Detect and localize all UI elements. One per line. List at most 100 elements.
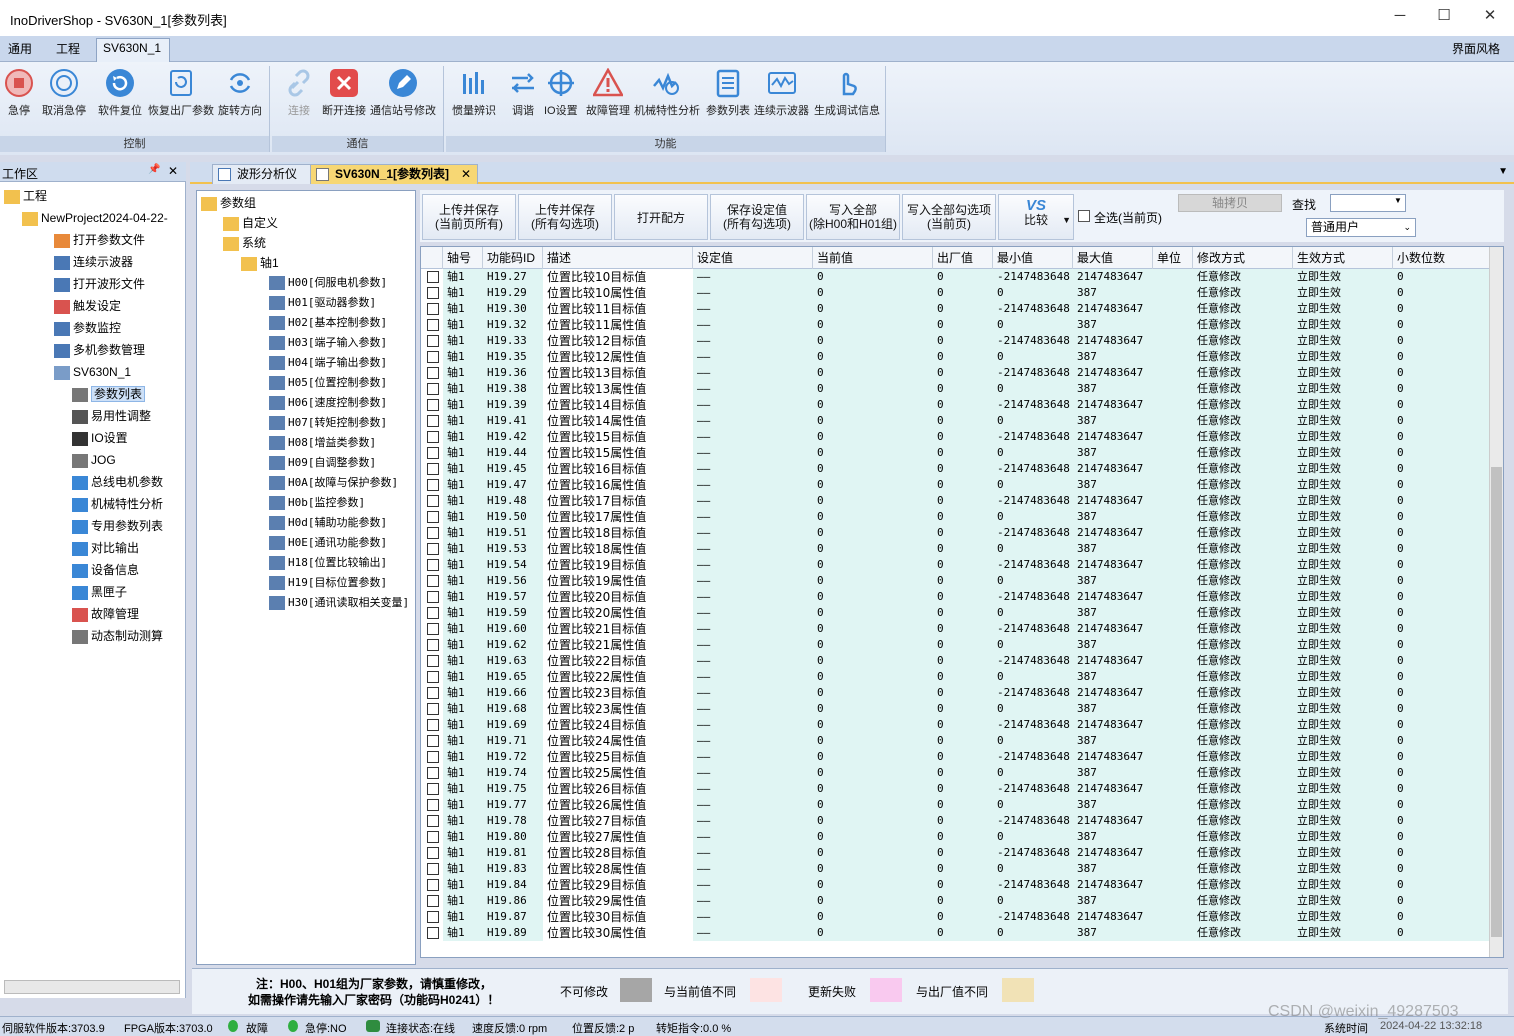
table-row[interactable]: 轴1 H19.83 位置比较28属性值 —— 0 0 0 387 任意修改 立即生效 0 bbox=[421, 861, 1491, 877]
table-cell[interactable]: —— bbox=[693, 861, 813, 877]
row-checkbox[interactable] bbox=[427, 895, 439, 907]
row-checkbox[interactable] bbox=[427, 527, 439, 539]
param-tree-node[interactable]: H07[转矩控制参数] bbox=[269, 413, 387, 433]
row-checkbox[interactable] bbox=[427, 655, 439, 667]
row-checkbox[interactable] bbox=[427, 623, 439, 635]
pin-icon[interactable]: 📌 bbox=[148, 164, 160, 175]
param-list-button[interactable]: 参数列表 bbox=[706, 68, 750, 118]
table-cell[interactable]: —— bbox=[693, 589, 813, 605]
param-tree-node[interactable]: H0E[通讯功能参数] bbox=[269, 533, 387, 553]
workspace-tree-item[interactable]: 工程 bbox=[4, 186, 47, 206]
connect-button[interactable]: 连接 bbox=[284, 68, 314, 118]
workspace-tree-item[interactable]: 设备信息 bbox=[72, 560, 139, 580]
table-cell[interactable]: —— bbox=[693, 765, 813, 781]
row-checkbox[interactable] bbox=[427, 831, 439, 843]
scroll-thumb[interactable] bbox=[1491, 467, 1502, 937]
axis-copy-button[interactable]: 轴拷贝 bbox=[1178, 194, 1282, 212]
row-checkbox[interactable] bbox=[427, 591, 439, 603]
column-header[interactable]: 描述 bbox=[543, 247, 693, 269]
workspace-tree-item[interactable]: 机械特性分析 bbox=[72, 494, 163, 514]
param-tree-node[interactable]: H0d[辅助功能参数] bbox=[269, 513, 387, 533]
column-header[interactable]: 轴号 bbox=[443, 247, 483, 269]
table-cell[interactable]: —— bbox=[693, 573, 813, 589]
tab-general[interactable]: 通用 bbox=[2, 40, 38, 62]
table-row[interactable]: 轴1 H19.84 位置比较29目标值 —— 0 0 -2147483648 21474836… bbox=[421, 877, 1491, 893]
workspace-tree-item[interactable]: 打开参数文件 bbox=[54, 230, 145, 250]
user-mode-select[interactable]: 普通用户 ⌄ bbox=[1306, 218, 1416, 237]
table-cell[interactable]: —— bbox=[693, 541, 813, 557]
grid-vscroll[interactable] bbox=[1489, 247, 1503, 957]
row-checkbox[interactable] bbox=[427, 927, 439, 939]
table-cell[interactable]: —— bbox=[693, 509, 813, 525]
row-checkbox[interactable] bbox=[427, 767, 439, 779]
workspace-tree-item[interactable]: SV630N_1 bbox=[54, 362, 131, 382]
table-row[interactable]: 轴1 H19.39 位置比较14目标值 —— 0 0 -2147483648 21474836… bbox=[421, 397, 1491, 413]
table-row[interactable]: 轴1 H19.66 位置比较23目标值 —— 0 0 -2147483648 21474836… bbox=[421, 685, 1491, 701]
row-checkbox[interactable] bbox=[427, 415, 439, 427]
table-cell[interactable]: —— bbox=[693, 333, 813, 349]
row-checkbox[interactable] bbox=[427, 399, 439, 411]
table-cell[interactable]: —— bbox=[693, 685, 813, 701]
minimize-button[interactable]: ─ bbox=[1380, 4, 1420, 28]
workspace-tree-item[interactable]: 打开波形文件 bbox=[54, 274, 145, 294]
row-checkbox[interactable] bbox=[427, 287, 439, 299]
table-row[interactable]: 轴1 H19.77 位置比较26属性值 —— 0 0 0 387 任意修改 立即生效 0 bbox=[421, 797, 1491, 813]
table-cell[interactable]: —— bbox=[693, 285, 813, 301]
row-checkbox[interactable] bbox=[427, 751, 439, 763]
param-tree-node[interactable]: H0b[监控参数] bbox=[269, 493, 365, 513]
workspace-tree-item[interactable]: JOG bbox=[72, 450, 116, 470]
table-cell[interactable]: —— bbox=[693, 477, 813, 493]
row-checkbox[interactable] bbox=[427, 863, 439, 875]
param-tree-node[interactable]: 自定义 bbox=[223, 213, 278, 233]
tab-project[interactable]: 工程 bbox=[50, 40, 86, 62]
param-tree-node[interactable]: H05[位置控制参数] bbox=[269, 373, 387, 393]
table-row[interactable]: 轴1 H19.44 位置比较15属性值 —— 0 0 0 387 任意修改 立即生效 0 bbox=[421, 445, 1491, 461]
row-checkbox[interactable] bbox=[427, 879, 439, 891]
table-row[interactable]: 轴1 H19.54 位置比较19目标值 —— 0 0 -2147483648 21474836… bbox=[421, 557, 1491, 573]
param-tree-node[interactable]: H19[目标位置参数] bbox=[269, 573, 387, 593]
disconnect-button[interactable]: 断开连接 bbox=[322, 68, 366, 118]
chevron-down-icon[interactable]: ▼ bbox=[1062, 213, 1071, 227]
workspace-close-icon[interactable]: ✕ bbox=[168, 164, 178, 178]
param-tree-node[interactable]: H06[速度控制参数] bbox=[269, 393, 387, 413]
table-row[interactable]: 轴1 H19.45 位置比较16目标值 —— 0 0 -2147483648 21474836… bbox=[421, 461, 1491, 477]
column-header[interactable]: 小数位数 bbox=[1393, 247, 1491, 269]
table-cell[interactable]: —— bbox=[693, 813, 813, 829]
workspace-tree-item[interactable]: 总线电机参数 bbox=[72, 472, 163, 492]
table-cell[interactable]: —— bbox=[693, 845, 813, 861]
tab-waveform-analyzer[interactable]: 波形分析仪 bbox=[212, 164, 326, 184]
table-cell[interactable]: —— bbox=[693, 701, 813, 717]
table-row[interactable]: 轴1 H19.81 位置比较28目标值 —— 0 0 -2147483648 21474836… bbox=[421, 845, 1491, 861]
param-tree-node[interactable]: H09[自调整参数] bbox=[269, 453, 376, 473]
table-cell[interactable]: —— bbox=[693, 909, 813, 925]
row-checkbox[interactable] bbox=[427, 351, 439, 363]
workspace-tree-item[interactable]: 连续示波器 bbox=[54, 252, 133, 272]
write-checked-button[interactable]: 写入全部勾选项 (当前页) bbox=[902, 194, 996, 240]
param-tree-node[interactable]: H00[伺服电机参数] bbox=[269, 273, 387, 293]
table-row[interactable]: 轴1 H19.36 位置比较13目标值 —— 0 0 -2147483648 21474836… bbox=[421, 365, 1491, 381]
table-row[interactable]: 轴1 H19.30 位置比较11目标值 —— 0 0 -2147483648 21474836… bbox=[421, 301, 1491, 317]
table-cell[interactable]: —— bbox=[693, 557, 813, 573]
table-row[interactable]: 轴1 H19.75 位置比较26目标值 —— 0 0 -2147483648 21474836… bbox=[421, 781, 1491, 797]
table-row[interactable]: 轴1 H19.48 位置比较17目标值 —— 0 0 -2147483648 21474836… bbox=[421, 493, 1491, 509]
table-cell[interactable]: —— bbox=[693, 269, 813, 285]
row-checkbox[interactable] bbox=[427, 911, 439, 923]
row-checkbox[interactable] bbox=[427, 575, 439, 587]
table-cell[interactable]: —— bbox=[693, 877, 813, 893]
table-cell[interactable]: —— bbox=[693, 525, 813, 541]
row-checkbox[interactable] bbox=[427, 607, 439, 619]
workspace-hscroll[interactable] bbox=[4, 980, 180, 994]
upload-save-page-button[interactable]: 上传并保存 (当前页所有) bbox=[422, 194, 516, 240]
search-dropdown-icon[interactable]: ▼ bbox=[1394, 196, 1402, 205]
row-checkbox[interactable] bbox=[427, 639, 439, 651]
param-tree-node[interactable]: H30[通讯读取相关变量] bbox=[269, 593, 409, 613]
table-row[interactable]: 轴1 H19.50 位置比较17属性值 —— 0 0 0 387 任意修改 立即生效 0 bbox=[421, 509, 1491, 525]
param-tree-node[interactable]: H01[驱动器参数] bbox=[269, 293, 376, 313]
table-row[interactable]: 轴1 H19.35 位置比较12属性值 —— 0 0 0 387 任意修改 立即生效 0 bbox=[421, 349, 1491, 365]
table-row[interactable]: 轴1 H19.78 位置比较27目标值 —— 0 0 -2147483648 21474836… bbox=[421, 813, 1491, 829]
workspace-tree-item[interactable]: 易用性调整 bbox=[72, 406, 151, 426]
param-tree-node[interactable]: H08[增益类参数] bbox=[269, 433, 376, 453]
column-header[interactable]: 最小值 bbox=[993, 247, 1073, 269]
table-cell[interactable]: —— bbox=[693, 781, 813, 797]
workspace-tree-item[interactable]: 参数监控 bbox=[54, 318, 121, 338]
